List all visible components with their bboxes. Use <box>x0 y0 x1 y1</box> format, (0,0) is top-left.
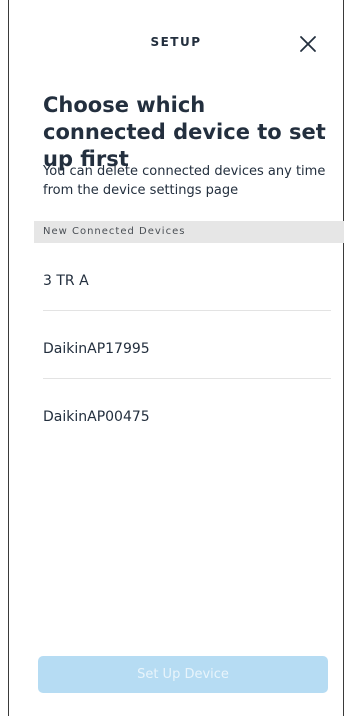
app-frame: SETUP Choose which connected device to s… <box>8 0 344 716</box>
page-title: SETUP <box>150 35 202 49</box>
device-list-item[interactable]: DaikinAP00475 <box>43 379 331 447</box>
section-header: New Connected Devices <box>34 221 344 243</box>
set-up-device-button[interactable]: Set Up Device <box>38 656 328 693</box>
close-button[interactable] <box>296 32 320 56</box>
close-icon <box>300 36 316 52</box>
main-heading: Choose which connected device to set up … <box>43 93 326 171</box>
device-list-item[interactable]: 3 TR A <box>43 243 331 311</box>
device-list: 3 TR A DaikinAP17995 DaikinAP00475 <box>43 243 331 447</box>
top-bar: SETUP <box>9 26 343 62</box>
description-text: You can delete connected devices any tim… <box>43 164 326 198</box>
device-list-item[interactable]: DaikinAP17995 <box>43 311 331 379</box>
